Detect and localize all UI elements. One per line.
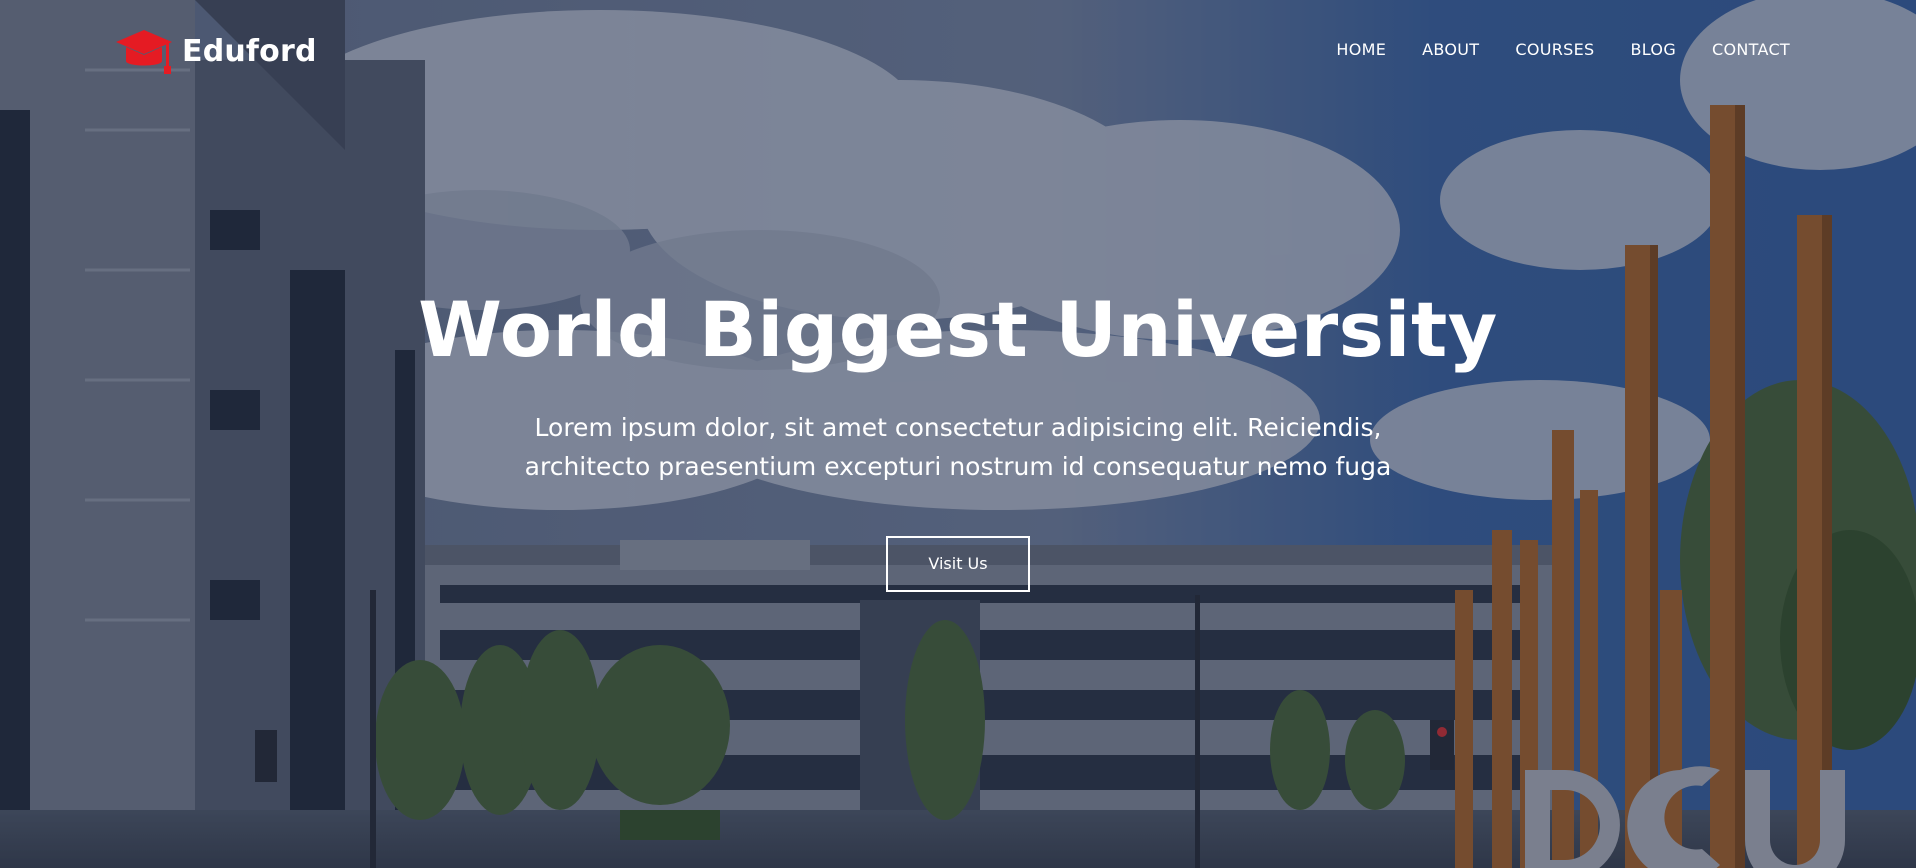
hero-subtitle: Lorem ipsum dolor, sit amet consectetur …: [468, 408, 1448, 486]
brand-logo[interactable]: Eduford: [114, 26, 317, 78]
nav-contact[interactable]: CONTACT: [1712, 40, 1790, 59]
hero-subtitle-line-2: architecto praesentium excepturi nostrum…: [524, 452, 1392, 481]
nav-blog[interactable]: BLOG: [1631, 40, 1677, 59]
hero-section: Eduford HOME ABOUT COURSES BLOG CONTACT …: [0, 0, 1916, 868]
hero-content: World Biggest University Lorem ipsum dol…: [0, 280, 1916, 592]
main-nav: HOME ABOUT COURSES BLOG CONTACT: [1300, 40, 1790, 59]
nav-courses[interactable]: COURSES: [1515, 40, 1594, 59]
nav-home[interactable]: HOME: [1336, 40, 1386, 59]
hero-subtitle-line-1: Lorem ipsum dolor, sit amet consectetur …: [534, 413, 1382, 442]
nav-about[interactable]: ABOUT: [1422, 40, 1479, 59]
visit-us-button[interactable]: Visit Us: [886, 536, 1030, 592]
brand-name: Eduford: [182, 34, 317, 69]
hero-title: World Biggest University: [418, 285, 1498, 374]
graduation-cap-icon: [116, 30, 172, 74]
